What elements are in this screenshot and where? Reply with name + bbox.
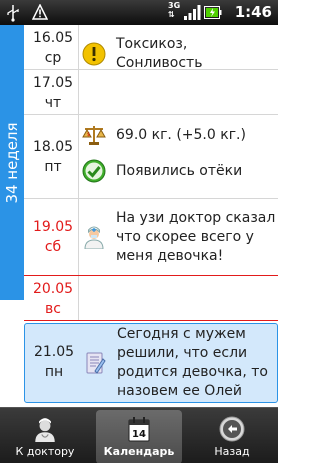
usb-icon	[7, 5, 19, 22]
svg-text:$: $	[87, 132, 90, 138]
event[interactable]: $ 69.0 кг. (+5.0 кг.)	[80, 123, 246, 147]
day-date: 17.05 чт	[32, 75, 74, 111]
day-row[interactable]: 20.05 вс	[24, 276, 278, 321]
network-3g-icon: 3G ⇅	[168, 1, 181, 19]
note-icon	[86, 352, 106, 374]
week-label: 34 неделя	[3, 121, 21, 204]
event[interactable]: Сегодня с мужем решили, что если родится…	[81, 326, 278, 400]
scales-icon: $	[82, 126, 106, 145]
day-date: 16.05 ср	[32, 30, 74, 66]
doctor-icon	[35, 418, 55, 442]
day-row-selected[interactable]: 21.05 пн Сегодня с мужем решили, что если…	[24, 323, 278, 403]
signal-icon	[184, 5, 201, 20]
event[interactable]: Токсикоз, Сонливость	[80, 35, 278, 73]
tab-calendar[interactable]: 14 Календарь	[96, 410, 182, 463]
day-date: 19.05 сб	[32, 219, 74, 255]
day-row[interactable]: 16.05 ср Токсикоз, Сонливость	[24, 25, 278, 73]
back-icon	[219, 416, 245, 442]
svg-text:14: 14	[132, 429, 146, 440]
event[interactable]: На узи доктор сказал что скорее всего у …	[80, 207, 278, 267]
day-date: 18.05 пт	[32, 139, 74, 175]
day-date: 20.05 вс	[32, 281, 74, 317]
doctor-icon	[84, 226, 104, 249]
day-list[interactable]: 16.05 ср Токсикоз, Сонливость 17.05 чт 18.…	[24, 25, 278, 407]
warning-icon	[32, 4, 48, 20]
battery-icon	[204, 6, 222, 19]
day-date: 21.05 пн	[33, 344, 75, 380]
day-row[interactable]: 17.05 чт	[24, 70, 278, 115]
status-bar: 3G ⇅ 1:46	[0, 0, 278, 25]
bottom-bar: К доктору 14 Календарь Назад	[0, 407, 278, 463]
day-row[interactable]: 19.05 сб На узи доктор сказал что скорее …	[24, 199, 278, 276]
checkmark-icon	[82, 159, 106, 183]
tab-back[interactable]: Назад	[189, 410, 275, 463]
week-tab[interactable]: 34 неделя	[0, 25, 24, 300]
clock: 1:46	[234, 3, 272, 21]
calendar-icon: 14	[128, 417, 150, 442]
event[interactable]: Появились отёки	[80, 159, 242, 183]
weekend-divider	[24, 320, 278, 321]
tab-doctor[interactable]: К доктору	[2, 410, 88, 463]
day-row[interactable]: 18.05 пт $ 69.0 кг. (+5.0 кг.) Появились …	[24, 115, 278, 199]
exclamation-icon	[82, 42, 106, 66]
